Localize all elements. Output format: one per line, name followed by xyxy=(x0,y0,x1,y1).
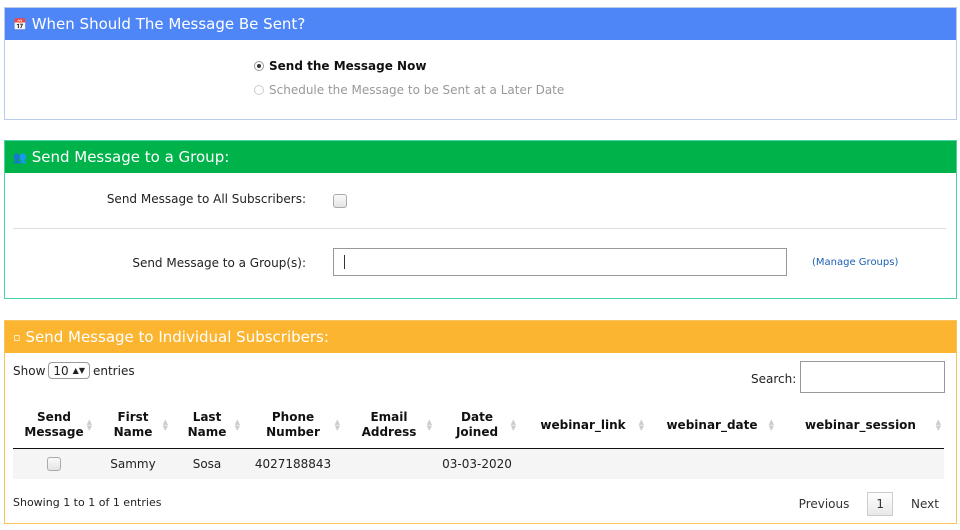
send-now-option[interactable]: Send the Message Now xyxy=(254,59,426,73)
sort-icon: ▲ ▼ xyxy=(162,418,168,433)
search-label: Search: xyxy=(751,372,797,386)
calendar-icon: 📅 xyxy=(13,17,27,31)
select-arrows-icon: ▲▼ xyxy=(72,366,85,375)
column-header[interactable]: webinar_session ▲ ▼ xyxy=(777,403,944,449)
send-now-radio[interactable] xyxy=(254,61,264,71)
table-header-row: Send Message ▲ ▼ First Name ▲ ▼ Last Name ▲ ▼ … xyxy=(13,403,944,449)
manage-groups-link[interactable]: (Manage Groups) xyxy=(812,257,898,268)
previous-button[interactable]: Previous xyxy=(791,493,858,515)
square-icon: ▫ xyxy=(13,330,21,344)
pagination: Previous 1 Next xyxy=(791,492,947,516)
webinar-link-cell xyxy=(519,448,647,479)
webinar-session-cell xyxy=(777,448,944,479)
email-cell xyxy=(343,448,435,479)
column-header[interactable]: webinar_link ▲ ▼ xyxy=(519,403,647,449)
table-row: Sammy Sosa 4027188843 03-03-2020 xyxy=(13,448,944,479)
schedule-label: Schedule the Message to be Sent at a Lat… xyxy=(269,83,565,97)
column-header[interactable]: webinar_date ▲ ▼ xyxy=(647,403,777,449)
send-message-cell xyxy=(13,448,95,479)
schedule-option[interactable]: Schedule the Message to be Sent at a Lat… xyxy=(254,83,564,97)
column-header[interactable]: Email Address ▲ ▼ xyxy=(343,403,435,449)
search-input[interactable] xyxy=(800,361,945,393)
group-header: 👥 Send Message to a Group: xyxy=(5,141,956,173)
page-1-button[interactable]: 1 xyxy=(867,492,894,516)
entries-length-control: Show 10 ▲▼ entries xyxy=(13,362,135,379)
all-subscribers-label: Send Message to All Subscribers: xyxy=(106,192,306,206)
sort-icon: ▲ ▼ xyxy=(638,418,644,433)
sort-icon: ▲ ▼ xyxy=(426,418,432,433)
column-header[interactable]: Send Message ▲ ▼ xyxy=(13,403,95,449)
sort-icon: ▲ ▼ xyxy=(935,418,941,433)
column-header[interactable]: Phone Number ▲ ▼ xyxy=(243,403,343,449)
entries-value: 10 xyxy=(53,363,69,378)
phone-cell: 4027188843 xyxy=(243,448,343,479)
table-info: Showing 1 to 1 of 1 entries xyxy=(13,496,162,509)
send-now-label: Send the Message Now xyxy=(269,59,427,73)
group-panel: 👥 Send Message to a Group: Send Message … xyxy=(4,140,957,299)
individual-panel: ▫ Send Message to Individual Subscribers… xyxy=(4,320,957,524)
schedule-radio[interactable] xyxy=(254,85,264,95)
date-joined-cell: 03-03-2020 xyxy=(435,448,519,479)
next-button[interactable]: Next xyxy=(903,493,947,515)
send-message-checkbox[interactable] xyxy=(47,457,61,471)
send-time-header: 📅 When Should The Message Be Sent? xyxy=(5,8,956,40)
column-header[interactable]: Date Joined ▲ ▼ xyxy=(435,403,519,449)
send-time-title: When Should The Message Be Sent? xyxy=(31,15,306,33)
sort-icon: ▲ ▼ xyxy=(86,418,92,433)
sort-icon: ▲ ▼ xyxy=(768,418,774,433)
sort-icon: ▲ ▼ xyxy=(510,418,516,433)
sort-icon: ▲ ▼ xyxy=(234,418,240,433)
first-name-cell: Sammy xyxy=(95,448,171,479)
divider xyxy=(13,228,946,229)
individual-header: ▫ Send Message to Individual Subscribers… xyxy=(5,321,956,353)
subscribers-table: Send Message ▲ ▼ First Name ▲ ▼ Last Name ▲ ▼ … xyxy=(13,403,944,479)
group-icon: 👥 xyxy=(13,150,27,164)
send-time-panel: 📅 When Should The Message Be Sent? Send … xyxy=(4,7,957,120)
webinar-date-cell xyxy=(647,448,777,479)
group-title: Send Message to a Group: xyxy=(31,148,230,166)
all-subscribers-checkbox[interactable] xyxy=(333,194,347,208)
group-input[interactable] xyxy=(333,248,787,276)
entries-select[interactable]: 10 ▲▼ xyxy=(48,362,90,379)
show-label: Show xyxy=(13,363,46,378)
text-caret xyxy=(344,255,345,269)
individual-title: Send Message to Individual Subscribers: xyxy=(25,328,329,346)
column-header[interactable]: First Name ▲ ▼ xyxy=(95,403,171,449)
column-header[interactable]: Last Name ▲ ▼ xyxy=(171,403,243,449)
entries-label: entries xyxy=(92,363,135,378)
last-name-cell: Sosa xyxy=(171,448,243,479)
group-select-label: Send Message to a Group(s): xyxy=(132,256,306,270)
sort-icon: ▲ ▼ xyxy=(334,418,340,433)
